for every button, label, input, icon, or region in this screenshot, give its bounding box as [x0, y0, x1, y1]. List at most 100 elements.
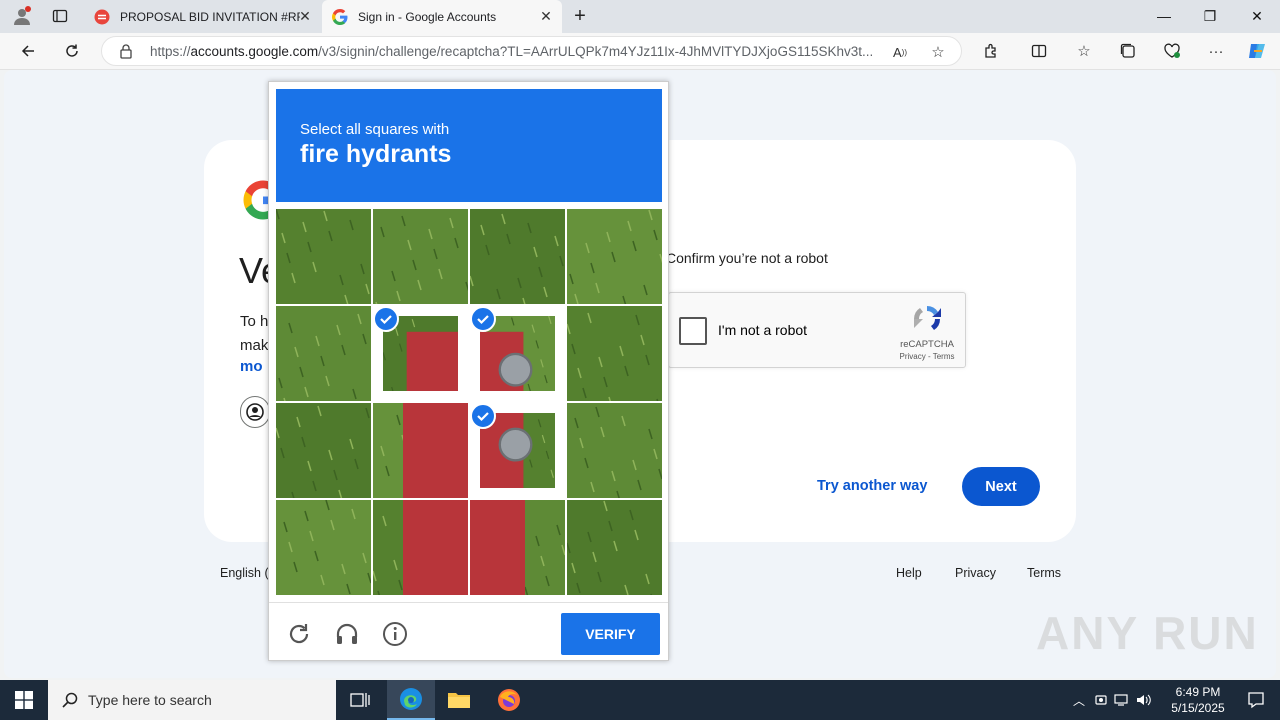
- captcha-tile[interactable]: [470, 306, 565, 401]
- learn-more-link[interactable]: mo: [240, 358, 263, 375]
- windows-logo-icon: [15, 691, 33, 709]
- tile-image: [373, 209, 468, 304]
- captcha-tile[interactable]: [276, 500, 371, 595]
- tab-google-signin[interactable]: Sign in - Google Accounts ✕: [322, 0, 562, 33]
- captcha-tile[interactable]: [470, 403, 565, 498]
- captcha-tile[interactable]: [276, 306, 371, 401]
- language-selector[interactable]: English (: [220, 566, 269, 580]
- address-bar[interactable]: https://accounts.google.com/v3/signin/ch…: [101, 36, 962, 66]
- collections-icon[interactable]: [1116, 39, 1140, 63]
- selected-check-icon: [373, 306, 399, 332]
- selected-check-icon: [470, 306, 496, 332]
- recaptcha-logo-icon: [913, 305, 941, 330]
- tab-proposal[interactable]: PROPOSAL BID INVITATION #RFP ✕: [84, 0, 321, 33]
- firefox-icon[interactable]: [485, 680, 533, 720]
- windows-taskbar: Type here to search ︿ 6:49 PM 5/15/2025: [0, 680, 1280, 720]
- google-favicon-icon: [332, 8, 348, 25]
- tab-actions-icon[interactable]: [48, 4, 72, 28]
- search-icon: [62, 692, 78, 708]
- target-object-text: fire hydrants: [300, 140, 452, 168]
- extensions-icon[interactable]: [979, 39, 1003, 63]
- tray-chevron-icon[interactable]: ︿: [1070, 692, 1088, 709]
- site-favicon-icon: [94, 9, 110, 24]
- minimize-icon[interactable]: —: [1146, 4, 1182, 28]
- network-icon[interactable]: [1114, 693, 1130, 707]
- search-placeholder: Type here to search: [88, 692, 212, 708]
- next-button[interactable]: Next: [962, 467, 1040, 506]
- account-circle-icon: [246, 403, 264, 421]
- captcha-tile[interactable]: [470, 209, 565, 304]
- copilot-icon[interactable]: [1245, 39, 1269, 63]
- profile-icon[interactable]: [10, 4, 34, 28]
- url-text: https://accounts.google.com/v3/signin/ch…: [150, 44, 874, 59]
- tile-image: [567, 403, 662, 498]
- recaptcha-challenge-popup: Select all squares with fire hydrants VE…: [268, 81, 669, 661]
- browser-essentials-icon[interactable]: [1160, 39, 1184, 63]
- read-aloud-icon[interactable]: A)): [888, 40, 912, 64]
- tile-image: [373, 500, 468, 595]
- notifications-icon[interactable]: [1232, 680, 1280, 720]
- taskbar-search[interactable]: Type here to search: [48, 680, 336, 720]
- footer-terms-link[interactable]: Terms: [1027, 566, 1061, 580]
- edge-taskbar-icon[interactable]: [387, 680, 435, 720]
- restore-icon[interactable]: ❐: [1192, 4, 1228, 28]
- taskbar-clock[interactable]: 6:49 PM 5/15/2025: [1162, 684, 1234, 716]
- captcha-tile[interactable]: [567, 403, 662, 498]
- refresh-icon[interactable]: [60, 39, 84, 63]
- tab-title: Sign in - Google Accounts: [358, 9, 497, 24]
- captcha-tile[interactable]: [567, 209, 662, 304]
- verify-button[interactable]: VERIFY: [561, 613, 660, 655]
- info-icon[interactable]: [382, 621, 408, 647]
- tile-image: [373, 403, 468, 498]
- split-screen-icon[interactable]: [1027, 39, 1051, 63]
- captcha-tile[interactable]: [567, 306, 662, 401]
- tile-image: [470, 209, 565, 304]
- recaptcha-widget: I'm not a robot reCAPTCHA Privacy - Term…: [668, 292, 966, 368]
- captcha-tile[interactable]: [373, 209, 468, 304]
- meet-now-icon[interactable]: [1094, 693, 1108, 707]
- clock-time: 6:49 PM: [1175, 685, 1221, 699]
- tile-image: [470, 500, 565, 595]
- try-another-way-link[interactable]: Try another way: [817, 478, 927, 494]
- captcha-tile[interactable]: [373, 306, 468, 401]
- tile-image: [276, 500, 371, 595]
- tile-image: [567, 209, 662, 304]
- tile-image: [567, 500, 662, 595]
- favorite-star-icon[interactable]: ☆: [926, 40, 950, 64]
- captcha-tile[interactable]: [567, 500, 662, 595]
- tile-image: [567, 306, 662, 401]
- close-tab-icon[interactable]: ✕: [538, 8, 554, 24]
- browser-toolbar: https://accounts.google.com/v3/signin/ch…: [0, 33, 1280, 70]
- selected-check-icon: [470, 403, 496, 429]
- tile-image: [276, 209, 371, 304]
- close-tab-icon[interactable]: ✕: [297, 8, 313, 24]
- captcha-tile[interactable]: [276, 403, 371, 498]
- back-icon[interactable]: [16, 39, 40, 63]
- footer-privacy-link[interactable]: Privacy: [955, 566, 996, 580]
- close-window-icon[interactable]: ✕: [1239, 4, 1275, 28]
- system-tray: ︿: [1070, 680, 1152, 720]
- file-explorer-icon[interactable]: [435, 680, 483, 720]
- audio-icon[interactable]: [334, 621, 360, 647]
- reload-icon[interactable]: [286, 621, 312, 647]
- account-chip[interactable]: [240, 396, 270, 428]
- lock-icon[interactable]: [119, 44, 133, 59]
- favorites-icon[interactable]: ☆: [1072, 39, 1096, 63]
- captcha-tile[interactable]: [373, 500, 468, 595]
- recaptcha-privacy-terms[interactable]: Privacy - Terms: [891, 352, 963, 361]
- new-tab-icon[interactable]: +: [568, 4, 592, 28]
- tile-image: [276, 403, 371, 498]
- clock-date: 5/15/2025: [1171, 701, 1225, 715]
- start-button[interactable]: [0, 680, 48, 720]
- tab-title: PROPOSAL BID INVITATION #RFP: [120, 9, 300, 24]
- recaptcha-brand: reCAPTCHA: [900, 339, 954, 350]
- footer-help-link[interactable]: Help: [896, 566, 922, 580]
- recaptcha-checkbox[interactable]: [679, 317, 707, 345]
- page-description: To h mak: [240, 313, 269, 354]
- more-menu-icon[interactable]: ···: [1204, 39, 1228, 63]
- captcha-tile[interactable]: [470, 500, 565, 595]
- captcha-tile[interactable]: [276, 209, 371, 304]
- volume-icon[interactable]: [1136, 693, 1152, 707]
- task-view-icon[interactable]: [336, 680, 384, 720]
- captcha-tile[interactable]: [373, 403, 468, 498]
